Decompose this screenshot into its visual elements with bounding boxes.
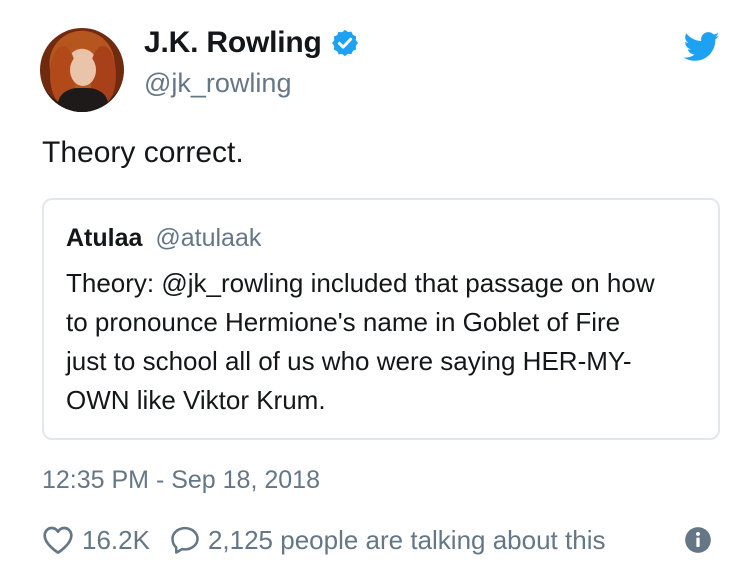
tweet-card: J.K. Rowling @jk_rowling Theory correct.… <box>0 0 755 578</box>
quoted-tweet-line: just to school all of us who were saying… <box>66 346 632 376</box>
conversation-link[interactable]: 2,125 people are talking about this <box>170 524 606 556</box>
like-button[interactable]: 16.2K <box>42 525 150 556</box>
quoted-tweet[interactable]: Atulaa @atulaak Theory: @jk_rowling incl… <box>42 198 720 440</box>
twitter-bird-icon[interactable] <box>683 32 721 62</box>
avatar-face <box>70 54 96 86</box>
heart-icon <box>43 526 73 555</box>
quoted-tweet-line: Theory: @jk_rowling included that passag… <box>66 268 655 298</box>
author-avatar[interactable] <box>40 28 124 112</box>
avatar-body <box>58 88 108 112</box>
tweet-text: Theory correct. <box>42 136 244 169</box>
author-handle[interactable]: @jk_rowling <box>144 68 291 99</box>
author-display-name[interactable]: J.K. Rowling <box>144 26 322 60</box>
info-icon[interactable] <box>684 526 712 554</box>
quoted-author-name: Atulaa <box>66 224 143 252</box>
quoted-author-handle: @atulaak <box>155 224 262 252</box>
talking-count-text: 2,125 people are talking about this <box>207 524 606 555</box>
tweet-timestamp[interactable]: 12:35 PM - Sep 18, 2018 <box>42 466 320 495</box>
quoted-tweet-body: Theory: @jk_rowling included that passag… <box>66 264 706 420</box>
quoted-tweet-line: OWN like Viktor Krum. <box>66 385 326 415</box>
author-name-row[interactable]: J.K. Rowling <box>144 26 360 60</box>
likes-count: 16.2K <box>82 524 150 555</box>
quoted-tweet-line: to pronounce Hermione's name in Goblet o… <box>66 307 621 337</box>
tweet-actions: 16.2K 2,125 people are talking about thi… <box>42 520 720 560</box>
quoted-tweet-header: Atulaa @atulaak <box>66 224 261 253</box>
speech-bubble-icon <box>171 526 199 554</box>
verified-badge-icon <box>331 29 358 57</box>
